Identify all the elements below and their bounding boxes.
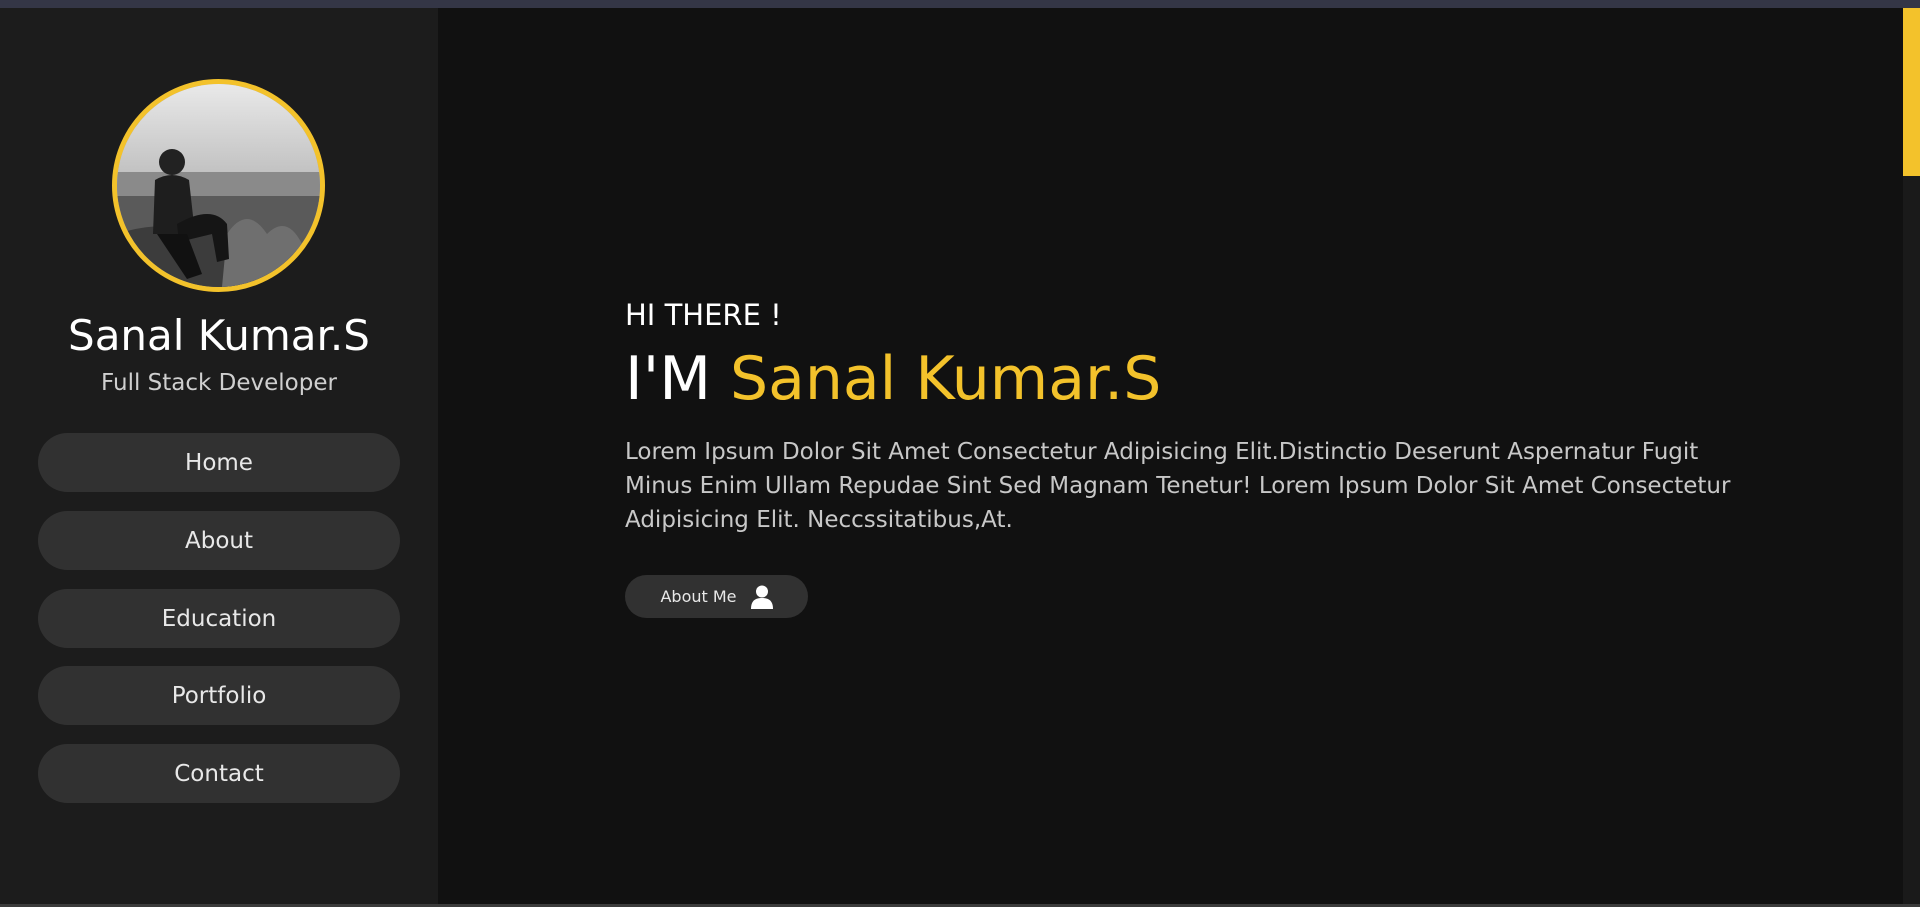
profile-avatar xyxy=(112,79,325,292)
nav-home-button[interactable]: Home xyxy=(38,433,400,492)
hero-title-name: Sanal Kumar.S xyxy=(730,344,1162,414)
scrollbar-thumb[interactable] xyxy=(1903,8,1920,176)
hero-title: I'M Sanal Kumar.S xyxy=(625,340,1161,418)
nav-contact-button[interactable]: Contact xyxy=(38,744,400,803)
nav-about-button[interactable]: About xyxy=(38,511,400,570)
profile-name: Sanal Kumar.S xyxy=(68,311,370,360)
profile-photo xyxy=(117,84,320,287)
about-me-button[interactable]: About Me xyxy=(625,575,808,618)
profile-role: Full Stack Developer xyxy=(101,370,337,396)
hero-greeting: HI THERE ! xyxy=(625,298,782,332)
hero-description: Lorem Ipsum Dolor Sit Amet Consectetur A… xyxy=(625,439,1731,533)
browser-top-bar xyxy=(0,0,1920,8)
user-icon xyxy=(750,585,773,609)
about-me-label: About Me xyxy=(660,587,737,606)
nav-portfolio-button[interactable]: Portfolio xyxy=(38,666,400,725)
hero-title-prefix: I'M xyxy=(625,344,731,414)
nav-education-button[interactable]: Education xyxy=(38,589,400,648)
